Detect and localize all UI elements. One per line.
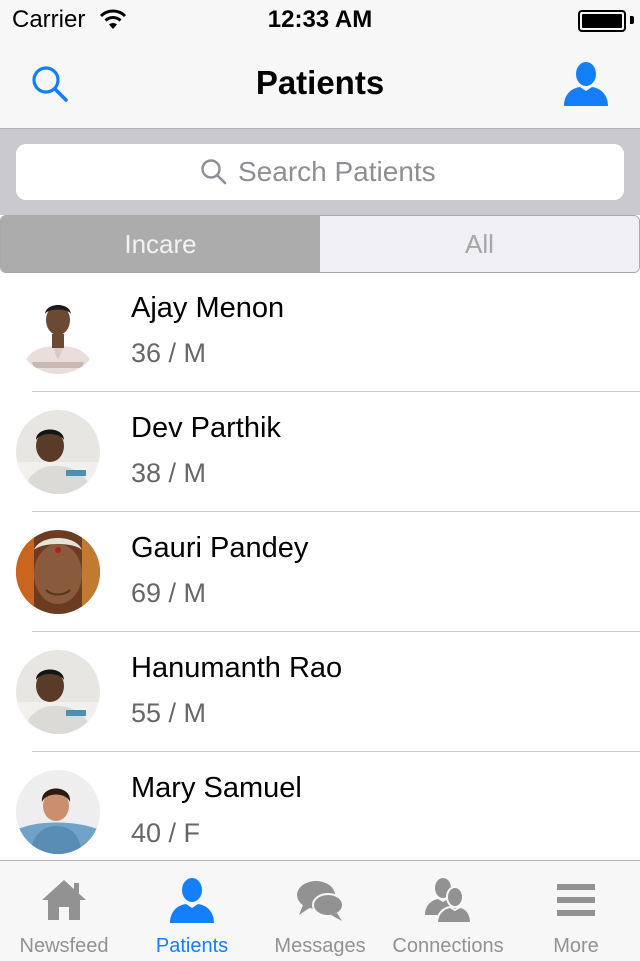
tab-label: Patients: [155, 935, 229, 957]
tab-connections[interactable]: Connections: [384, 861, 512, 961]
tab-patients[interactable]: Patients: [128, 861, 256, 961]
segment-all[interactable]: All: [320, 216, 639, 272]
patient-name: Ajay Menon: [131, 292, 285, 324]
status-time: 12:33 AM: [267, 6, 373, 33]
status-bar: Carrier 12:33 AM: [0, 0, 640, 40]
tab-label: More: [553, 935, 599, 957]
segment-incare[interactable]: Incare: [1, 216, 320, 272]
tab-messages[interactable]: Messages: [256, 861, 384, 961]
profile-icon[interactable]: [562, 60, 610, 108]
patient-row[interactable]: Hanumanth Rao 55 / M: [0, 632, 640, 752]
people-icon: [425, 878, 473, 924]
search-box[interactable]: [16, 144, 624, 200]
home-icon: [42, 880, 86, 920]
nav-bar: Patients: [0, 40, 640, 129]
patient-name: Mary Samuel: [131, 772, 302, 804]
search-input[interactable]: [238, 152, 598, 192]
tab-label: Connections: [392, 935, 504, 957]
patient-age-gender: 55 / M: [131, 698, 207, 728]
avatar: [16, 770, 100, 854]
patient-list: Ajay Menon 36 / M Dev Parthik 38 / M Gau…: [0, 272, 640, 860]
avatar: [16, 290, 100, 374]
patient-name: Hanumanth Rao: [131, 652, 343, 684]
battery-tip: [630, 16, 634, 24]
avatar: [16, 530, 100, 614]
segmented-control: Incare All: [0, 215, 640, 273]
patient-row[interactable]: Ajay Menon 36 / M: [0, 272, 640, 392]
patient-name: Dev Parthik: [131, 412, 281, 444]
patient-row[interactable]: Dev Parthik 38 / M: [0, 392, 640, 512]
patient-row[interactable]: Gauri Pandey 69 / M: [0, 512, 640, 632]
tab-label: Newsfeed: [19, 935, 109, 957]
patient-age-gender: 69 / M: [131, 578, 207, 608]
tab-bar: Newsfeed Patients Messages Connections M…: [0, 860, 640, 961]
patient-age-gender: 38 / M: [131, 458, 207, 488]
tab-more[interactable]: More: [512, 861, 640, 961]
person-icon: [170, 878, 214, 923]
battery-icon: [578, 10, 626, 32]
tab-newsfeed[interactable]: Newsfeed: [0, 861, 128, 961]
avatar: [16, 650, 100, 734]
page-title: Patients: [255, 64, 385, 101]
search-area: [0, 129, 640, 215]
patient-age-gender: 40 / F: [131, 818, 201, 848]
avatar: [16, 410, 100, 494]
chat-bubbles-icon: [297, 881, 344, 921]
patient-age-gender: 36 / M: [131, 338, 207, 368]
menu-icon: [557, 884, 595, 916]
patient-name: Gauri Pandey: [131, 532, 309, 564]
patient-row[interactable]: Mary Samuel 40 / F: [0, 752, 640, 860]
tab-label: Messages: [274, 935, 366, 957]
search-field-icon: [201, 159, 227, 185]
